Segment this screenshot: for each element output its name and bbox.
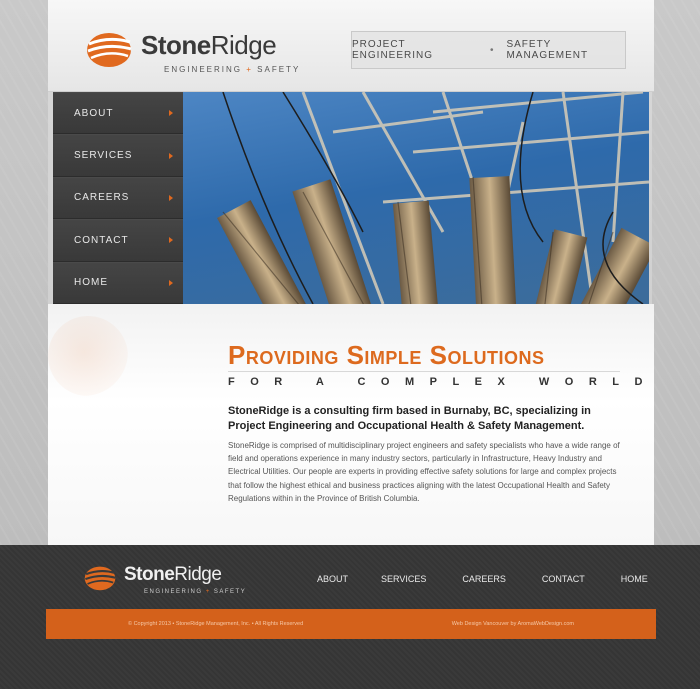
logo-wordmark: StoneRidge <box>141 30 277 60</box>
arrow-right-icon <box>169 194 173 201</box>
nav-item-contact[interactable]: CONTACT <box>53 219 183 262</box>
hero-image <box>183 92 649 304</box>
right-texture <box>652 0 700 545</box>
logo-mark-icon <box>84 566 116 591</box>
arrow-right-icon <box>169 279 173 286</box>
side-nav: ABOUT SERVICES CAREERS CONTACT HOME <box>53 92 183 304</box>
left-texture <box>0 0 48 545</box>
top-link-safety-management[interactable]: SAFETY MANAGEMENT <box>506 39 625 61</box>
footer-nav-services[interactable]: SERVICES <box>381 574 426 584</box>
nav-item-about[interactable]: ABOUT <box>53 92 183 135</box>
logo-tagline: ENGINEERING + SAFETY <box>164 65 301 74</box>
logo-watermark-icon <box>48 316 128 396</box>
footer-nav-careers[interactable]: CAREERS <box>462 574 506 584</box>
design-credit-link[interactable]: Web Design Vancouver by AromaWebDesign.c… <box>452 621 574 627</box>
top-link-project-engineering[interactable]: PROJECT ENGINEERING <box>352 39 478 61</box>
headline-divider <box>228 371 620 372</box>
page-headline: Providing Simple Solutions <box>228 340 545 370</box>
site-header: StoneRidge ENGINEERING + SAFETY PROJECT … <box>48 0 654 92</box>
footer-nav-contact[interactable]: CONTACT <box>542 574 585 584</box>
arrow-right-icon <box>169 110 173 117</box>
nav-item-services[interactable]: SERVICES <box>53 134 183 177</box>
footer-nav-home[interactable]: HOME <box>621 574 648 584</box>
body-paragraph: StoneRidge is comprised of multidiscipli… <box>228 441 620 503</box>
nav-item-home[interactable]: HOME <box>53 261 183 304</box>
logo-mark-icon <box>87 33 132 67</box>
top-link-separator: • <box>489 44 495 56</box>
top-links: PROJECT ENGINEERING • SAFETY MANAGEMENT <box>351 31 626 69</box>
substation-illustration <box>217 92 649 304</box>
footer-bar: © Copyright 2013 • StoneRidge Management… <box>46 609 656 639</box>
site-logo[interactable]: StoneRidge ENGINEERING + SAFETY <box>86 26 306 76</box>
page-subheadline: FOR A COMPLEX WORLD <box>228 376 658 388</box>
main-content: Providing Simple Solutions FOR A COMPLEX… <box>48 304 654 545</box>
arrow-right-icon <box>169 152 173 159</box>
footer-nav: ABOUT SERVICES CAREERS CONTACT HOME <box>300 574 648 584</box>
footer-nav-about[interactable]: ABOUT <box>317 574 348 584</box>
footer-logo-wordmark: StoneRidge <box>124 564 222 585</box>
footer-logo[interactable]: StoneRidge ENGINEERING + SAFETY <box>84 563 245 599</box>
footer-logo-tagline: ENGINEERING + SAFETY <box>144 589 247 595</box>
copyright-text: © Copyright 2013 • StoneRidge Management… <box>128 621 304 627</box>
site-footer: StoneRidge ENGINEERING + SAFETY ABOUT SE… <box>0 545 700 689</box>
lead-paragraph: StoneRidge is a consulting firm based in… <box>228 405 591 432</box>
arrow-right-icon <box>169 237 173 244</box>
nav-item-careers[interactable]: CAREERS <box>53 176 183 220</box>
